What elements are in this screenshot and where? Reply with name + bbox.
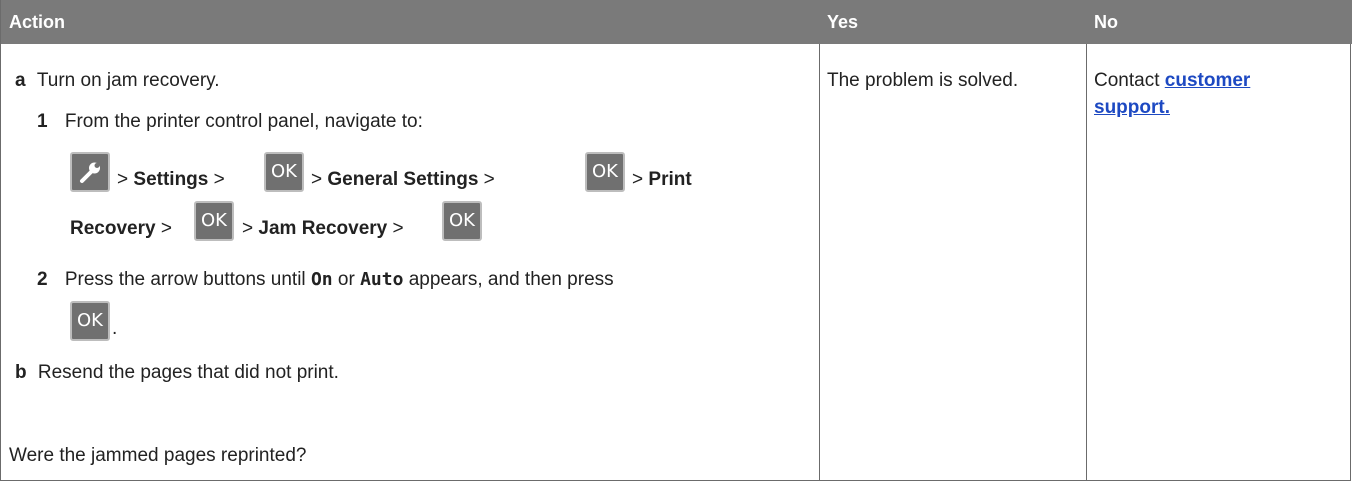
nav-path-part-2: > General Settings > [311, 169, 495, 191]
step-b-marker: b [15, 362, 27, 383]
nav-path-part-4: Recovery > [70, 218, 172, 240]
customer-support-link[interactable]: customer [1165, 70, 1251, 91]
step-a-text: Turn on jam recovery. [36, 70, 220, 91]
step-2-text: Press the arrow buttons until [64, 269, 311, 290]
nav-path-part-1: > Settings > [117, 169, 225, 191]
question: Were the jammed pages reprinted? [9, 445, 307, 466]
separator: > [311, 169, 323, 190]
yes-text: The problem is solved. [827, 70, 1019, 91]
header-no: No [1094, 12, 1118, 32]
step-a-marker: a [15, 70, 26, 91]
header-yes: Yes [827, 12, 859, 32]
ok-button-icon: OK [442, 201, 482, 241]
separator: > [160, 218, 172, 239]
step-2-text: or [332, 269, 361, 290]
path-print: Print [648, 169, 692, 190]
separator: > [632, 169, 644, 190]
step-a: a Turn on jam recovery. [15, 70, 220, 92]
step-1: 1 From the printer control panel, naviga… [37, 111, 423, 133]
separator: > [242, 218, 254, 239]
path-recovery: Recovery [70, 218, 156, 239]
ok-button-icon: OK [585, 152, 625, 192]
step-b: b Resend the pages that did not print. [15, 362, 339, 384]
option-on: On [310, 269, 333, 290]
header-action: Action [9, 12, 65, 32]
path-settings: Settings [133, 169, 209, 190]
ok-button-icon: OK [194, 201, 234, 241]
ok-button-icon: OK [264, 152, 304, 192]
separator: > [392, 218, 404, 239]
step-2-end: . [112, 318, 118, 339]
path-jam-recovery: Jam Recovery [258, 218, 388, 239]
wrench-icon [70, 152, 110, 192]
separator: > [483, 169, 495, 190]
customer-support-link[interactable]: support. [1094, 97, 1170, 118]
path-general-settings: General Settings [327, 169, 479, 190]
option-auto: Auto [360, 269, 404, 290]
no-text-line-2: support. [1094, 97, 1170, 119]
column-divider [819, 44, 820, 481]
nav-path-part-5: > Jam Recovery > [242, 218, 404, 240]
separator: > [117, 169, 129, 190]
step-2-number: 2 [37, 269, 48, 290]
step-2-text: appears, and then press [403, 269, 614, 290]
contact-label: Contact [1094, 70, 1165, 91]
ok-button-icon: OK [70, 301, 110, 341]
step-1-number: 1 [37, 111, 48, 132]
troubleshooting-table: Action Yes No a Turn on jam recovery. 1 … [0, 0, 1352, 481]
step-1-text: From the printer control panel, navigate… [64, 111, 423, 132]
table-header: Action Yes No [1, 0, 1352, 44]
nav-path-part-3: > Print [632, 169, 692, 191]
step-b-text: Resend the pages that did not print. [37, 362, 339, 383]
step-2: 2 Press the arrow buttons until On or Au… [37, 269, 614, 291]
column-divider [1086, 44, 1087, 481]
no-text: Contact customer [1094, 70, 1250, 92]
separator: > [213, 169, 225, 190]
